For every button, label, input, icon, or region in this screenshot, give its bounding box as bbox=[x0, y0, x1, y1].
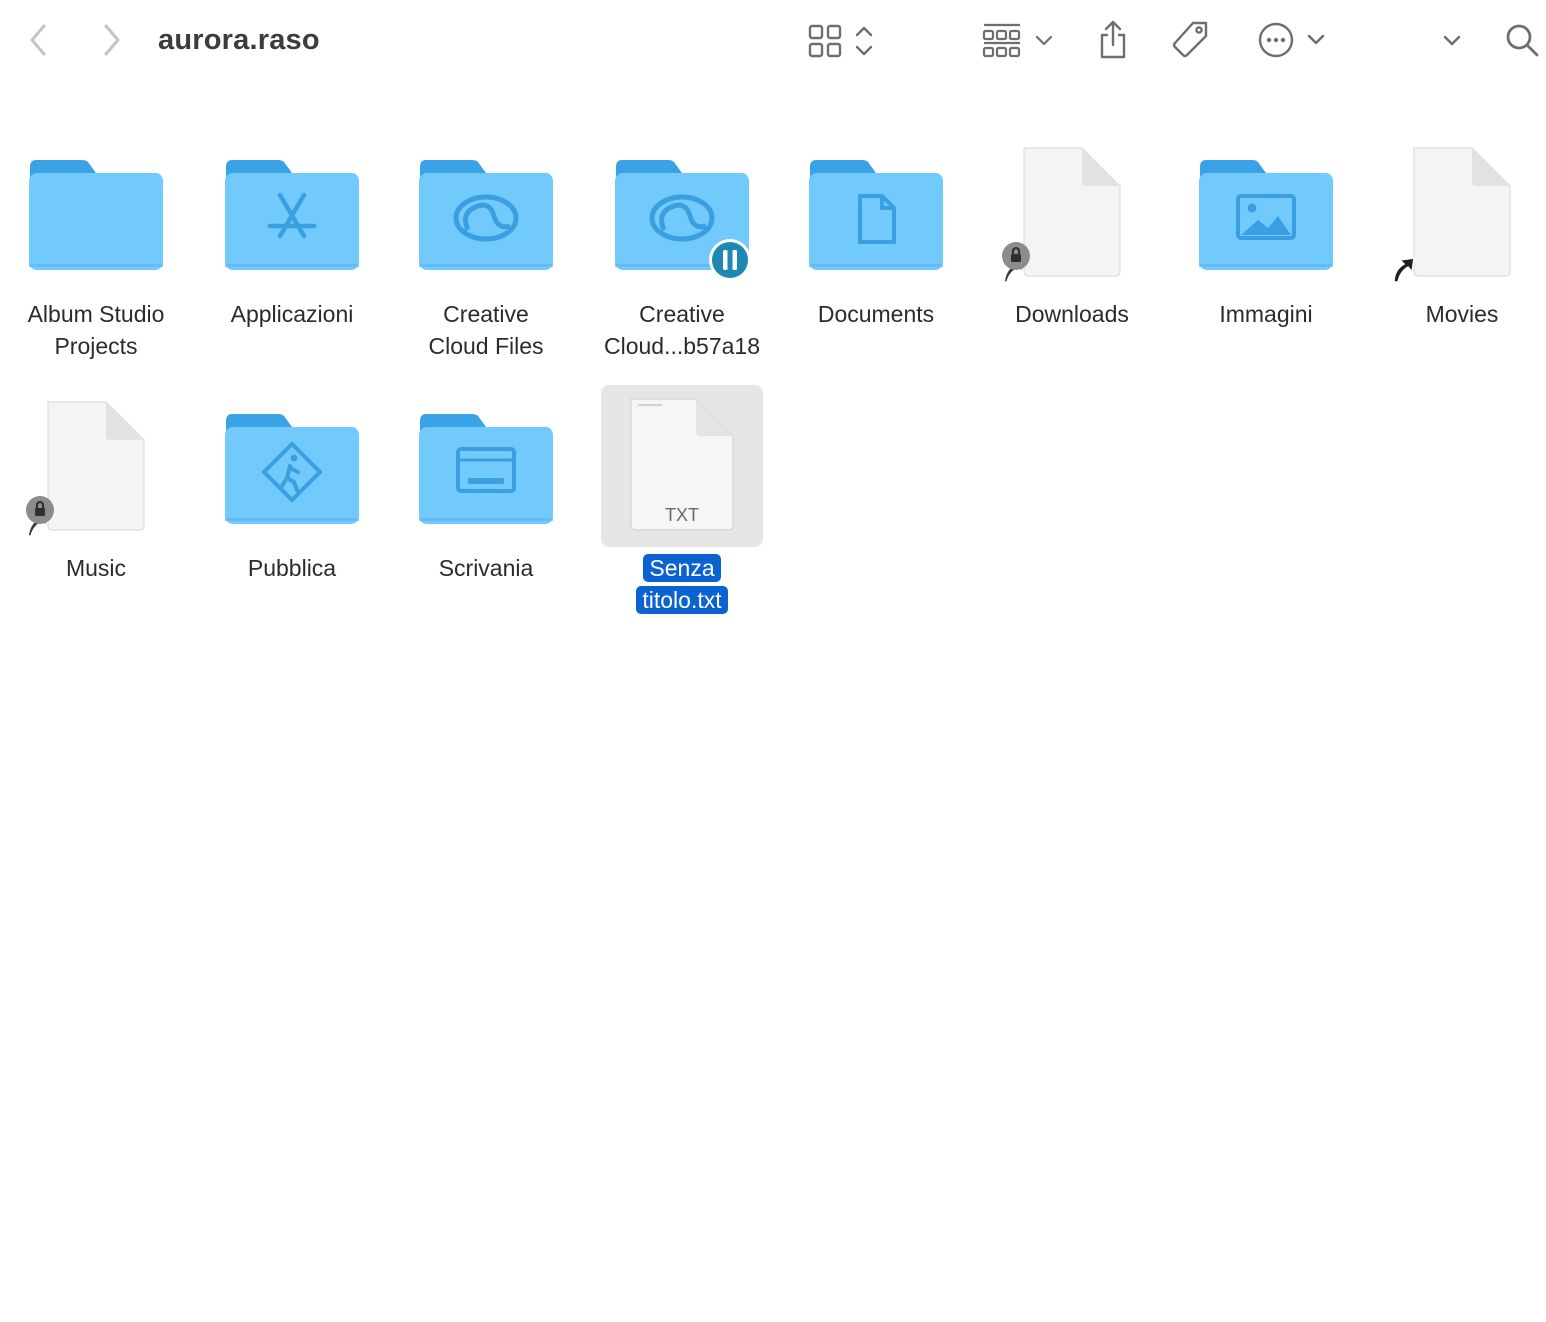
item-label: Album Studio Projects bbox=[27, 301, 165, 359]
item-creative-cloud-files[interactable]: Creative Cloud Files bbox=[388, 140, 584, 370]
item-label: Documents bbox=[817, 301, 935, 327]
item-pubblica[interactable]: Pubblica bbox=[194, 394, 390, 624]
alias-arrow-badge-icon bbox=[1393, 257, 1415, 283]
item-label: Creative Cloud...b57a18 bbox=[603, 301, 760, 359]
item-album-studio-projects[interactable]: Album Studio Projects bbox=[0, 140, 194, 370]
item-label: Music bbox=[65, 555, 127, 581]
item-downloads[interactable]: Downloads bbox=[974, 140, 1170, 370]
txt-file-icon: TXT bbox=[584, 395, 780, 545]
folder-icon bbox=[388, 394, 584, 544]
item-label: Creative Cloud Files bbox=[428, 301, 544, 359]
folder-icon bbox=[0, 140, 194, 290]
item-label: Scrivania bbox=[438, 555, 534, 581]
document-alias-icon bbox=[0, 394, 194, 544]
item-label: Movies bbox=[1425, 301, 1499, 327]
pause-sync-badge-icon bbox=[709, 239, 751, 281]
item-label: Applicazioni bbox=[230, 301, 354, 327]
folder-icon bbox=[1168, 140, 1364, 290]
item-label: Pubblica bbox=[247, 555, 337, 581]
item-movies[interactable]: Movies bbox=[1364, 140, 1546, 370]
folder-icon bbox=[778, 140, 974, 290]
file-type-text: TXT bbox=[665, 505, 699, 525]
item-label: Downloads bbox=[1015, 301, 1129, 327]
folder-icon bbox=[584, 140, 780, 290]
file-grid: Album Studio Projects Applicazioni Creat… bbox=[0, 0, 1546, 1322]
folder-icon bbox=[194, 140, 390, 290]
item-label: Immagini bbox=[1219, 301, 1313, 327]
item-applicazioni[interactable]: Applicazioni bbox=[194, 140, 390, 370]
item-music[interactable]: Music bbox=[0, 394, 194, 624]
item-label: Senza titolo.txt bbox=[584, 552, 780, 616]
document-alias-icon bbox=[1364, 140, 1546, 290]
document-alias-icon bbox=[974, 140, 1170, 290]
item-scrivania[interactable]: Scrivania bbox=[388, 394, 584, 624]
folder-icon bbox=[194, 394, 390, 544]
item-creative-cloud-b57a18[interactable]: Creative Cloud...b57a18 bbox=[584, 140, 780, 370]
item-immagini[interactable]: Immagini bbox=[1168, 140, 1364, 370]
item-senza-titolo-txt[interactable]: TXT Senza titolo.txt bbox=[584, 385, 780, 625]
folder-icon bbox=[388, 140, 584, 290]
item-documents[interactable]: Documents bbox=[778, 140, 974, 370]
